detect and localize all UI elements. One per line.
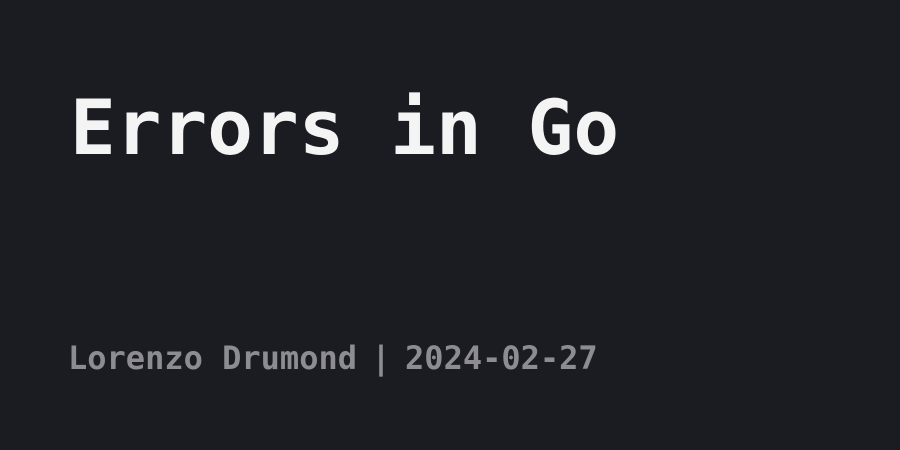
post-card: Errors in Go Lorenzo Drumond | 2024-02-27: [0, 0, 900, 450]
meta-separator: |: [371, 339, 391, 377]
post-author: Lorenzo Drumond: [68, 339, 357, 377]
post-date: 2024-02-27: [405, 339, 598, 377]
post-title: Errors in Go: [70, 83, 620, 172]
post-meta: Lorenzo Drumond | 2024-02-27: [68, 340, 598, 377]
